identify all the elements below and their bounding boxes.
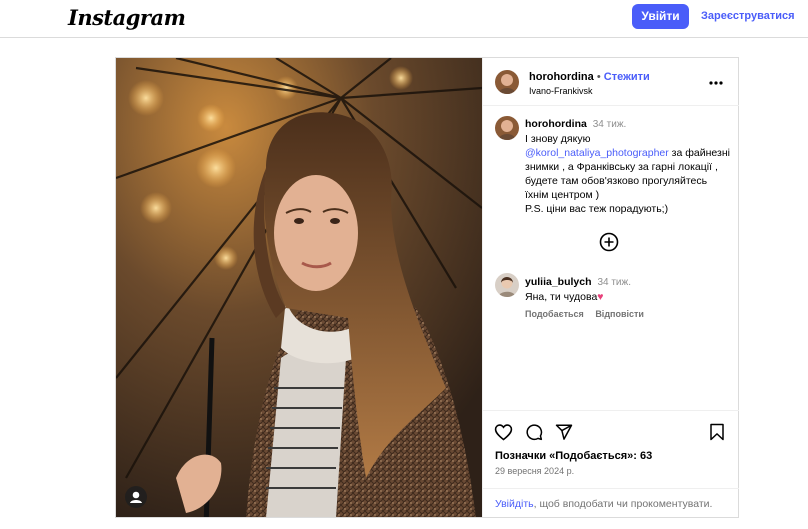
commenter-avatar[interactable] [495,273,519,297]
post-date[interactable]: 29 вересня 2024 р. [495,466,574,476]
caption-mention[interactable]: @korol_nataliya_photographer [525,147,669,159]
instagram-logo[interactable]: Instagram [68,5,186,30]
comment-icon[interactable] [525,423,543,446]
login-prompt-text: Увійдіть, щоб вподобати чи прокоментуват… [495,498,712,510]
caption: horohordina 34 тиж. І знову дякую @korol… [525,117,731,216]
caption-meta: horohordina 34 тиж. [525,117,731,132]
author-username[interactable]: horohordina [529,71,594,83]
comment-reply-button[interactable]: Відповісти [595,309,644,319]
share-icon[interactable] [555,423,573,446]
post-location[interactable]: Ivano-Frankivsk [529,86,593,96]
login-prompt: Увійдіть, щоб вподобати чи прокоментуват… [483,488,739,518]
follow-button[interactable]: Стежити [604,71,650,83]
login-button[interactable]: Увійти [632,4,689,29]
comment-actions: Подобається Відповісти [525,309,653,319]
photo-illustration [116,58,482,517]
caption-username[interactable]: horohordina [525,118,587,130]
heart-icon[interactable] [494,423,513,446]
separator: • [596,71,601,83]
top-navigation: Instagram Увійти Зареєструватися [0,0,808,38]
comment-body: Яна, ти чудова♥ [525,290,731,304]
heart-emoji: ♥ [597,291,604,303]
bookmark-icon[interactable] [709,423,725,446]
plus-circle-icon[interactable] [599,232,619,252]
tagged-user-icon[interactable] [125,486,147,508]
post-actions: Позначки «Подобається»: 63 29 вересня 20… [483,410,739,517]
comment-username[interactable]: yuliia_bulych [525,276,592,288]
caption-time[interactable]: 34 тиж. [593,119,627,130]
signup-link[interactable]: Зареєструватися [701,10,795,22]
comment-line: yuliia_bulych 34 тиж. [525,275,731,290]
login-inline-link[interactable]: Увійдіть [495,498,534,510]
comment: yuliia_bulych 34 тиж. Яна, ти чудова♥ [525,275,731,304]
caption-text: І знову дякую @korol_nataliya_photograph… [525,132,731,216]
author-avatar[interactable] [495,70,519,94]
comment-time[interactable]: 34 тиж. [597,277,631,288]
caption-avatar[interactable] [495,116,519,140]
post-photo[interactable] [116,58,482,517]
post-sidebar: horohordina • Стежити Ivano-Frankivsk ho… [482,58,739,517]
author-line: horohordina • Стежити [529,71,650,83]
likes-count[interactable]: Позначки «Подобається»: 63 [495,450,652,462]
post-header: horohordina • Стежити Ivano-Frankivsk [483,58,739,106]
post-card: horohordina • Стежити Ivano-Frankivsk ho… [115,57,739,518]
caption-line3: P.S. ціни вас теж порадують;) [525,203,669,215]
caption-line1: І знову дякую [525,133,591,145]
comment-like-button[interactable]: Подобається [525,309,584,319]
comment-text: Яна, ти чудова [525,291,598,303]
more-horizontal-icon[interactable] [709,72,723,88]
login-prompt-rest: , щоб вподобати чи прокоментувати. [533,498,713,510]
